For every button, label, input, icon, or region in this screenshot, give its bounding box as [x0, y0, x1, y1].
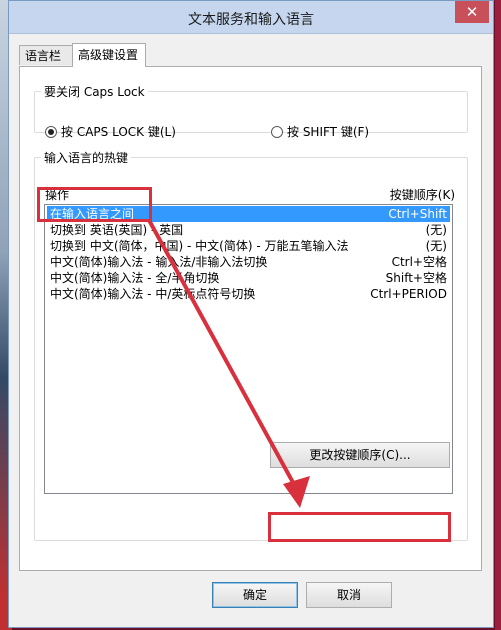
annotation-arrow	[148, 220, 310, 508]
tab-advanced-key-settings[interactable]: 高级键设置	[72, 43, 146, 67]
